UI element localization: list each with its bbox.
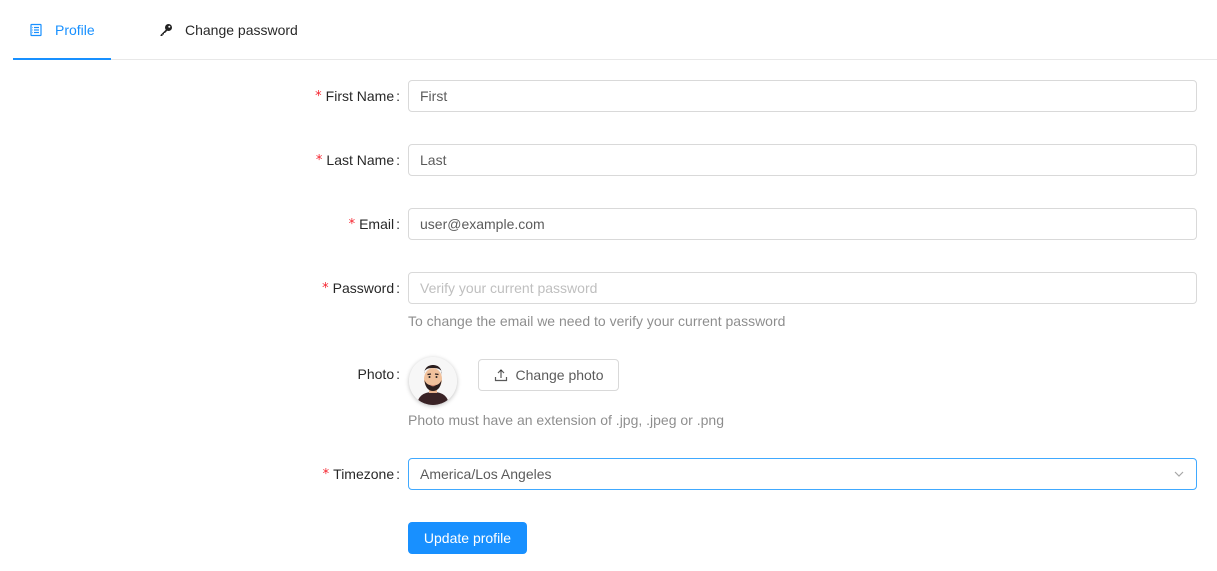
profile-icon — [29, 23, 43, 37]
tab-profile[interactable]: Profile — [13, 0, 111, 60]
tab-bar: Profile Change password — [13, 0, 1217, 60]
tab-change-password[interactable]: Change password — [157, 0, 298, 60]
upload-icon — [494, 368, 508, 382]
email-label: * Email: — [348, 216, 400, 232]
timezone-selected-value: America/Los Angeles — [420, 466, 552, 482]
last-name-input[interactable] — [408, 144, 1197, 176]
first-name-input[interactable] — [408, 80, 1197, 112]
photo-label: Photo: — [357, 366, 400, 382]
password-input[interactable] — [408, 272, 1197, 304]
required-mark: * — [315, 88, 322, 104]
password-label: * Password: — [322, 280, 400, 296]
required-mark: * — [322, 466, 330, 482]
timezone-label: * Timezone: — [322, 466, 400, 482]
first-name-label: * First Name: — [315, 88, 400, 104]
active-tab-indicator — [13, 58, 111, 60]
timezone-select[interactable]: America/Los Angeles — [408, 458, 1197, 490]
avatar-illustration — [409, 357, 457, 405]
email-input[interactable] — [408, 208, 1197, 240]
password-help-text: To change the email we need to verify yo… — [408, 313, 786, 329]
avatar — [409, 357, 457, 405]
required-mark: * — [322, 280, 329, 296]
last-name-label: * Last Name: — [315, 152, 400, 168]
tab-profile-label: Profile — [55, 22, 95, 38]
photo-help-text: Photo must have an extension of .jpg, .j… — [408, 412, 724, 428]
key-icon — [159, 23, 173, 37]
update-profile-button[interactable]: Update profile — [408, 522, 527, 554]
required-mark: * — [315, 152, 323, 168]
chevron-down-icon — [1173, 468, 1185, 480]
change-photo-button[interactable]: Change photo — [478, 359, 619, 391]
tab-change-password-label: Change password — [185, 22, 298, 38]
required-mark: * — [348, 216, 356, 232]
